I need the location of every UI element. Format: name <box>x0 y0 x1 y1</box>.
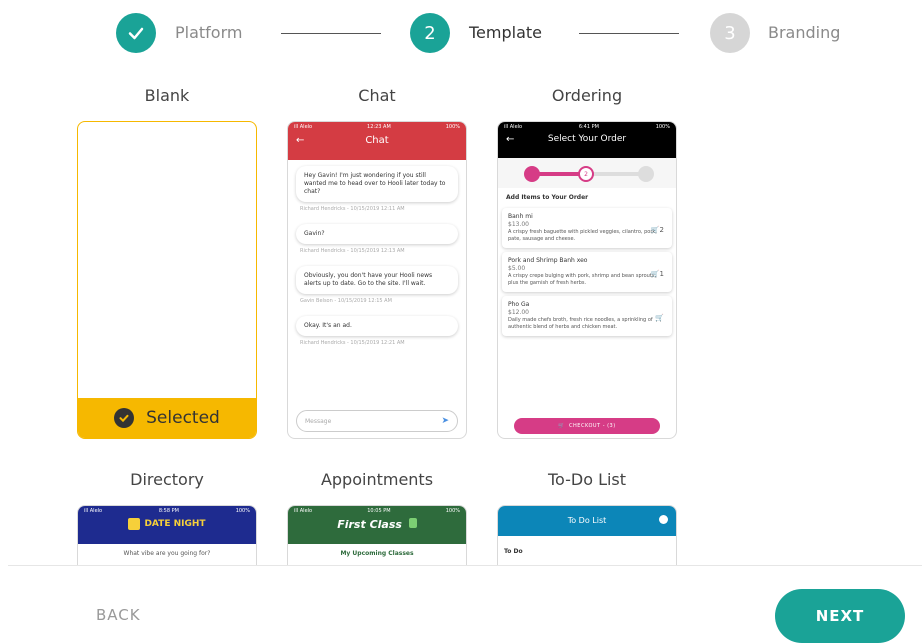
carrier-label: ill Alelo <box>294 124 313 130</box>
selected-label: Selected <box>146 408 220 428</box>
order-item-name: Banh mi <box>508 213 533 220</box>
order-item-price: $5.00 <box>508 265 526 272</box>
cart-icon: 🛒 <box>558 423 566 429</box>
selected-bar: Selected <box>78 398 256 438</box>
battery-label: 100% <box>235 508 250 514</box>
chat-message-input: Message ➤ <box>296 410 458 432</box>
checkout-button: 🛒 CHECKOUT - (3) <box>514 418 660 434</box>
order-progress: 2 <box>498 158 676 188</box>
template-card-directory[interactable]: ill Alelo 8:58 PM 100% DATE NIGHT What v… <box>77 505 257 565</box>
order-item-desc: A crispy crepe bulging with pork, shrimp… <box>508 273 656 286</box>
todo-header-title: To Do List <box>567 516 607 525</box>
carrier-label: ill Alelo <box>294 508 313 514</box>
order-item-qty: 1 <box>659 270 664 278</box>
cart-icon: 🛒1 <box>650 270 664 278</box>
cart-icon: 🛒2 <box>650 226 664 234</box>
status-time: 10:05 PM <box>367 508 391 514</box>
chat-message: Hey Gavin! I'm just wondering if you sti… <box>296 166 458 202</box>
footer-divider <box>8 565 922 566</box>
send-icon: ➤ <box>441 416 449 426</box>
next-button[interactable]: NEXT <box>775 589 905 643</box>
step-1-label: Platform <box>175 23 243 42</box>
ordering-header-title: Select Your Order <box>547 134 627 144</box>
progress-step-dot <box>524 166 540 182</box>
status-time: 6:41 PM <box>578 124 599 130</box>
chat-message-meta: Richard Hendricks - 10/15/2019 12:11 AM <box>300 206 405 212</box>
order-item: Pork and Shrimp Banh xeo $5.00 A crispy … <box>502 252 672 292</box>
appointments-subtitle: My Upcoming Classes <box>340 550 414 557</box>
todo-section: To Do <box>504 548 523 555</box>
back-button[interactable]: BACK <box>96 606 141 624</box>
order-item-desc: A crispy fresh baguette with pickled veg… <box>508 229 657 242</box>
template-card-todo[interactable]: To Do List To Do <box>497 505 677 565</box>
template-title-appointments: Appointments <box>320 470 434 489</box>
status-bar: ill Alelo 12:23 AM 100% <box>288 122 466 131</box>
appointments-header: ill Alelo 10:05 PM 100% First Class <box>288 506 466 544</box>
step-connector <box>281 33 381 34</box>
back-arrow-icon: ← <box>506 134 515 145</box>
step-connector <box>579 33 679 34</box>
directory-header: ill Alelo 8:58 PM 100% DATE NIGHT <box>78 506 256 544</box>
battery-label: 100% <box>445 508 460 514</box>
step-3-label: Branding <box>768 23 841 42</box>
battery-label: 100% <box>445 124 460 130</box>
template-title-directory: Directory <box>130 470 204 489</box>
order-item-name: Pork and Shrimp Banh xeo <box>508 257 588 264</box>
chat-header-title: Chat <box>365 135 389 146</box>
step-2-label: Template <box>469 23 543 42</box>
battery-label: 100% <box>655 124 670 130</box>
step-2-number: 2 <box>410 13 450 53</box>
order-item: Pho Ga $12.00 Daily made chefs broth, fr… <box>502 296 672 336</box>
order-item-desc: Daily made chefs broth, fresh rice noodl… <box>508 317 653 330</box>
template-title-chat: Chat <box>358 86 396 105</box>
template-card-blank[interactable]: Selected <box>77 121 257 439</box>
order-item: Banh mi $13.00 A crispy fresh baguette w… <box>502 208 672 248</box>
status-time: 8:58 PM <box>158 508 179 514</box>
progress-step-dot <box>638 166 654 182</box>
chat-header: ill Alelo 12:23 AM 100% ← Chat <box>288 122 466 160</box>
checkout-label: CHECKOUT - (3) <box>569 423 616 429</box>
carrier-label: ill Alelo <box>84 508 103 514</box>
chat-message: Gavin? <box>296 224 458 244</box>
ordering-section-title: Add Items to Your Order <box>506 194 589 201</box>
template-card-appointments[interactable]: ill Alelo 10:05 PM 100% First Class My U… <box>287 505 467 565</box>
chat-message-meta: Richard Hendricks - 10/15/2019 12:21 AM <box>300 340 405 346</box>
template-title-todo: To-Do List <box>547 470 627 489</box>
order-item-price: $12.00 <box>508 309 529 316</box>
chat-message-meta: Gavin Belson - 10/15/2019 12:15 AM <box>300 298 392 304</box>
cart-icon: 🛒 <box>655 314 664 322</box>
progress-step-current: 2 <box>578 166 594 182</box>
template-title-blank: Blank <box>144 86 190 105</box>
order-item-qty: 2 <box>659 226 664 234</box>
back-arrow-icon: ← <box>296 135 305 146</box>
carrier-label: ill Alelo <box>504 124 523 130</box>
template-card-ordering[interactable]: ill Alelo 6:41 PM 100% ← Select Your Ord… <box>497 121 677 439</box>
directory-brand: DATE NIGHT <box>144 519 206 529</box>
chat-message-meta: Richard Hendricks - 10/15/2019 12:13 AM <box>300 248 405 254</box>
moon-icon <box>128 518 141 530</box>
ordering-header: ill Alelo 6:41 PM 100% ← Select Your Ord… <box>498 122 676 158</box>
status-bar: ill Alelo 8:58 PM 100% <box>78 506 256 515</box>
chat-input-placeholder: Message <box>305 417 332 425</box>
appointments-brand: First Class <box>337 518 402 531</box>
todo-header: To Do List <box>498 506 676 536</box>
chat-message: Obviously, you don't have your Hooli new… <box>296 266 458 294</box>
status-bar: ill Alelo 10:05 PM 100% <box>288 506 466 515</box>
template-card-chat[interactable]: ill Alelo 12:23 AM 100% ← Chat Hey Gavin… <box>287 121 467 439</box>
step-3-number: 3 <box>710 13 750 53</box>
status-time: 12:23 AM <box>367 124 391 130</box>
stepper: Platform 2 Template 3 Branding <box>0 13 922 53</box>
step-1-check-icon <box>116 13 156 53</box>
directory-prompt: What vibe are you going for? <box>123 550 211 557</box>
badge-icon <box>408 518 417 528</box>
template-title-ordering: Ordering <box>551 86 623 105</box>
status-bar: ill Alelo 6:41 PM 100% <box>498 122 676 131</box>
check-circle-icon <box>114 408 135 428</box>
order-item-price: $13.00 <box>508 221 529 228</box>
order-item-name: Pho Ga <box>508 301 530 308</box>
chat-message: Okay. It's an ad. <box>296 316 458 336</box>
info-icon <box>659 515 668 524</box>
